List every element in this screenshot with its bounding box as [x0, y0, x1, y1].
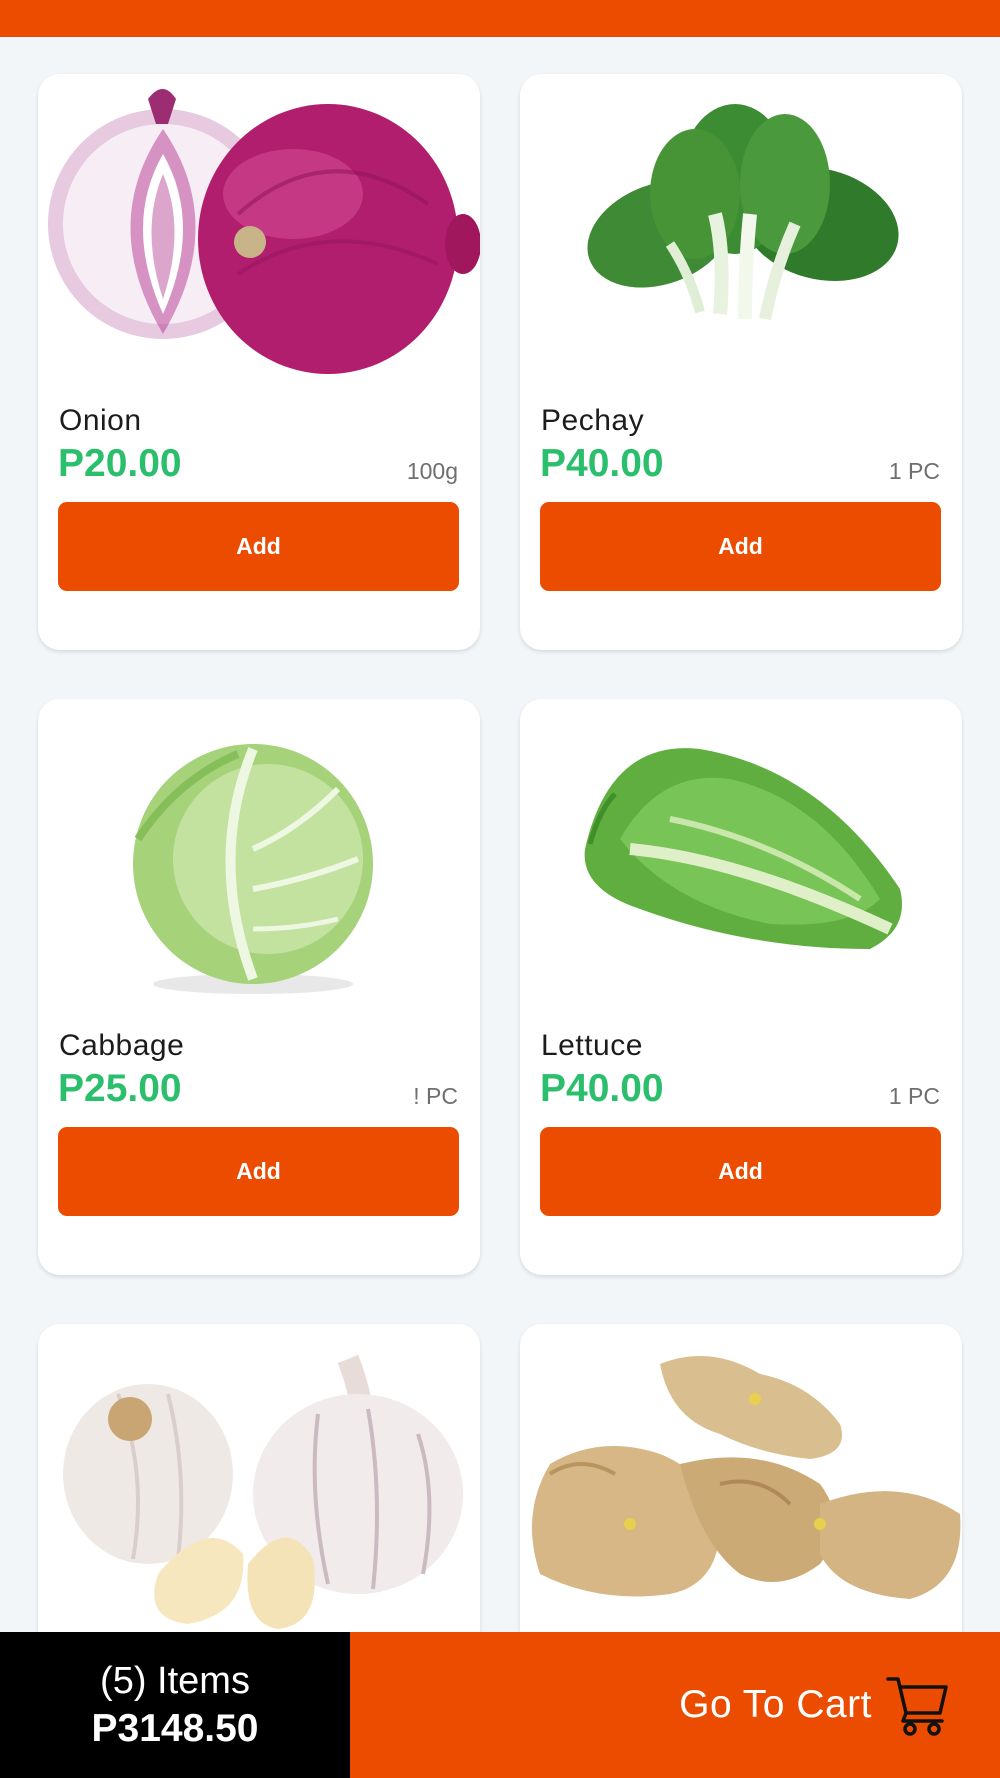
add-button-lettuce[interactable]: Add	[540, 1127, 941, 1216]
product-name: Cabbage	[59, 1029, 185, 1062]
cart-total: P3148.50	[91, 1706, 259, 1750]
product-name: Pechay	[541, 404, 645, 437]
add-button-cabbage[interactable]: Add	[58, 1127, 459, 1216]
cabbage-image	[38, 699, 480, 1009]
product-card-lettuce: Lettuce P40.00 1 PC Add	[520, 699, 962, 1275]
product-card-onion: Onion P20.00 100g Add	[38, 74, 480, 650]
product-card-pechay: Pechay P40.00 1 PC Add	[520, 74, 962, 650]
lettuce-image	[520, 699, 962, 1009]
ginger-image	[520, 1324, 962, 1634]
add-button-onion[interactable]: Add	[58, 502, 459, 591]
go-to-cart-label: Go To Cart	[679, 1683, 872, 1726]
product-name: Lettuce	[541, 1029, 643, 1062]
product-unit: 100g	[406, 458, 458, 484]
cart-items-count: (5) Items	[100, 1659, 250, 1702]
product-unit: ! PC	[413, 1083, 458, 1109]
cart-summary: (5) Items P3148.50	[0, 1632, 350, 1778]
shopping-cart-icon	[886, 1673, 950, 1737]
go-to-cart-button[interactable]: Go To Cart	[350, 1632, 1000, 1778]
product-card-cabbage: Cabbage P25.00 ! PC Add	[38, 699, 480, 1275]
product-unit: 1 PC	[888, 458, 940, 484]
onion-image	[38, 74, 480, 384]
product-price: P20.00	[58, 442, 182, 485]
top-app-bar	[0, 0, 1000, 37]
product-price: P40.00	[540, 1067, 664, 1110]
add-button-pechay[interactable]: Add	[540, 502, 941, 591]
garlic-image	[38, 1324, 480, 1634]
product-price: P25.00	[58, 1067, 182, 1110]
bottom-cart-bar: (5) Items P3148.50 Go To Cart	[0, 1632, 1000, 1778]
product-unit: 1 PC	[888, 1083, 940, 1109]
product-price: P40.00	[540, 442, 664, 485]
pechay-image	[520, 74, 962, 384]
product-name: Onion	[59, 404, 142, 437]
